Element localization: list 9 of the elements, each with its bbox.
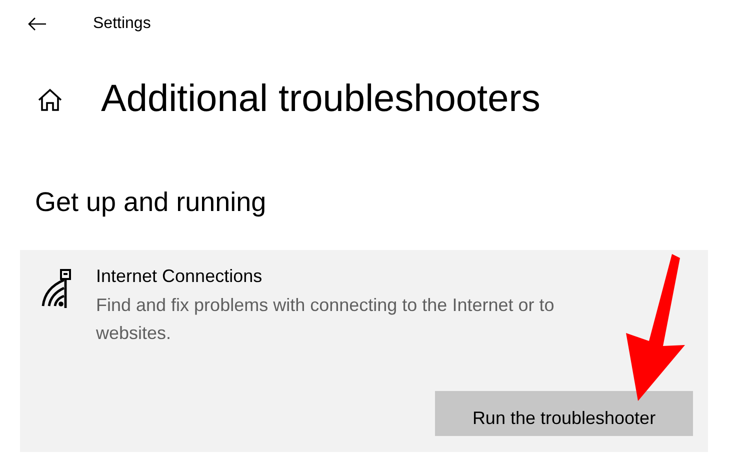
window-title: Settings (93, 15, 151, 33)
section-title: Get up and running (35, 187, 268, 218)
run-troubleshooter-button[interactable]: Run the troubleshooter (435, 391, 693, 436)
home-icon[interactable] (37, 88, 63, 112)
back-icon[interactable] (27, 17, 47, 31)
troubleshooter-name: Internet Connections (96, 266, 264, 287)
page-title: Additional troubleshooters (101, 78, 540, 121)
troubleshooter-description: Find and fix problems with connecting to the Internet or to websites. (96, 294, 556, 345)
troubleshooter-card[interactable]: Internet Connections Find and fix problems with connecting to the Internet or to websites. Run the troubleshooter (20, 250, 708, 452)
